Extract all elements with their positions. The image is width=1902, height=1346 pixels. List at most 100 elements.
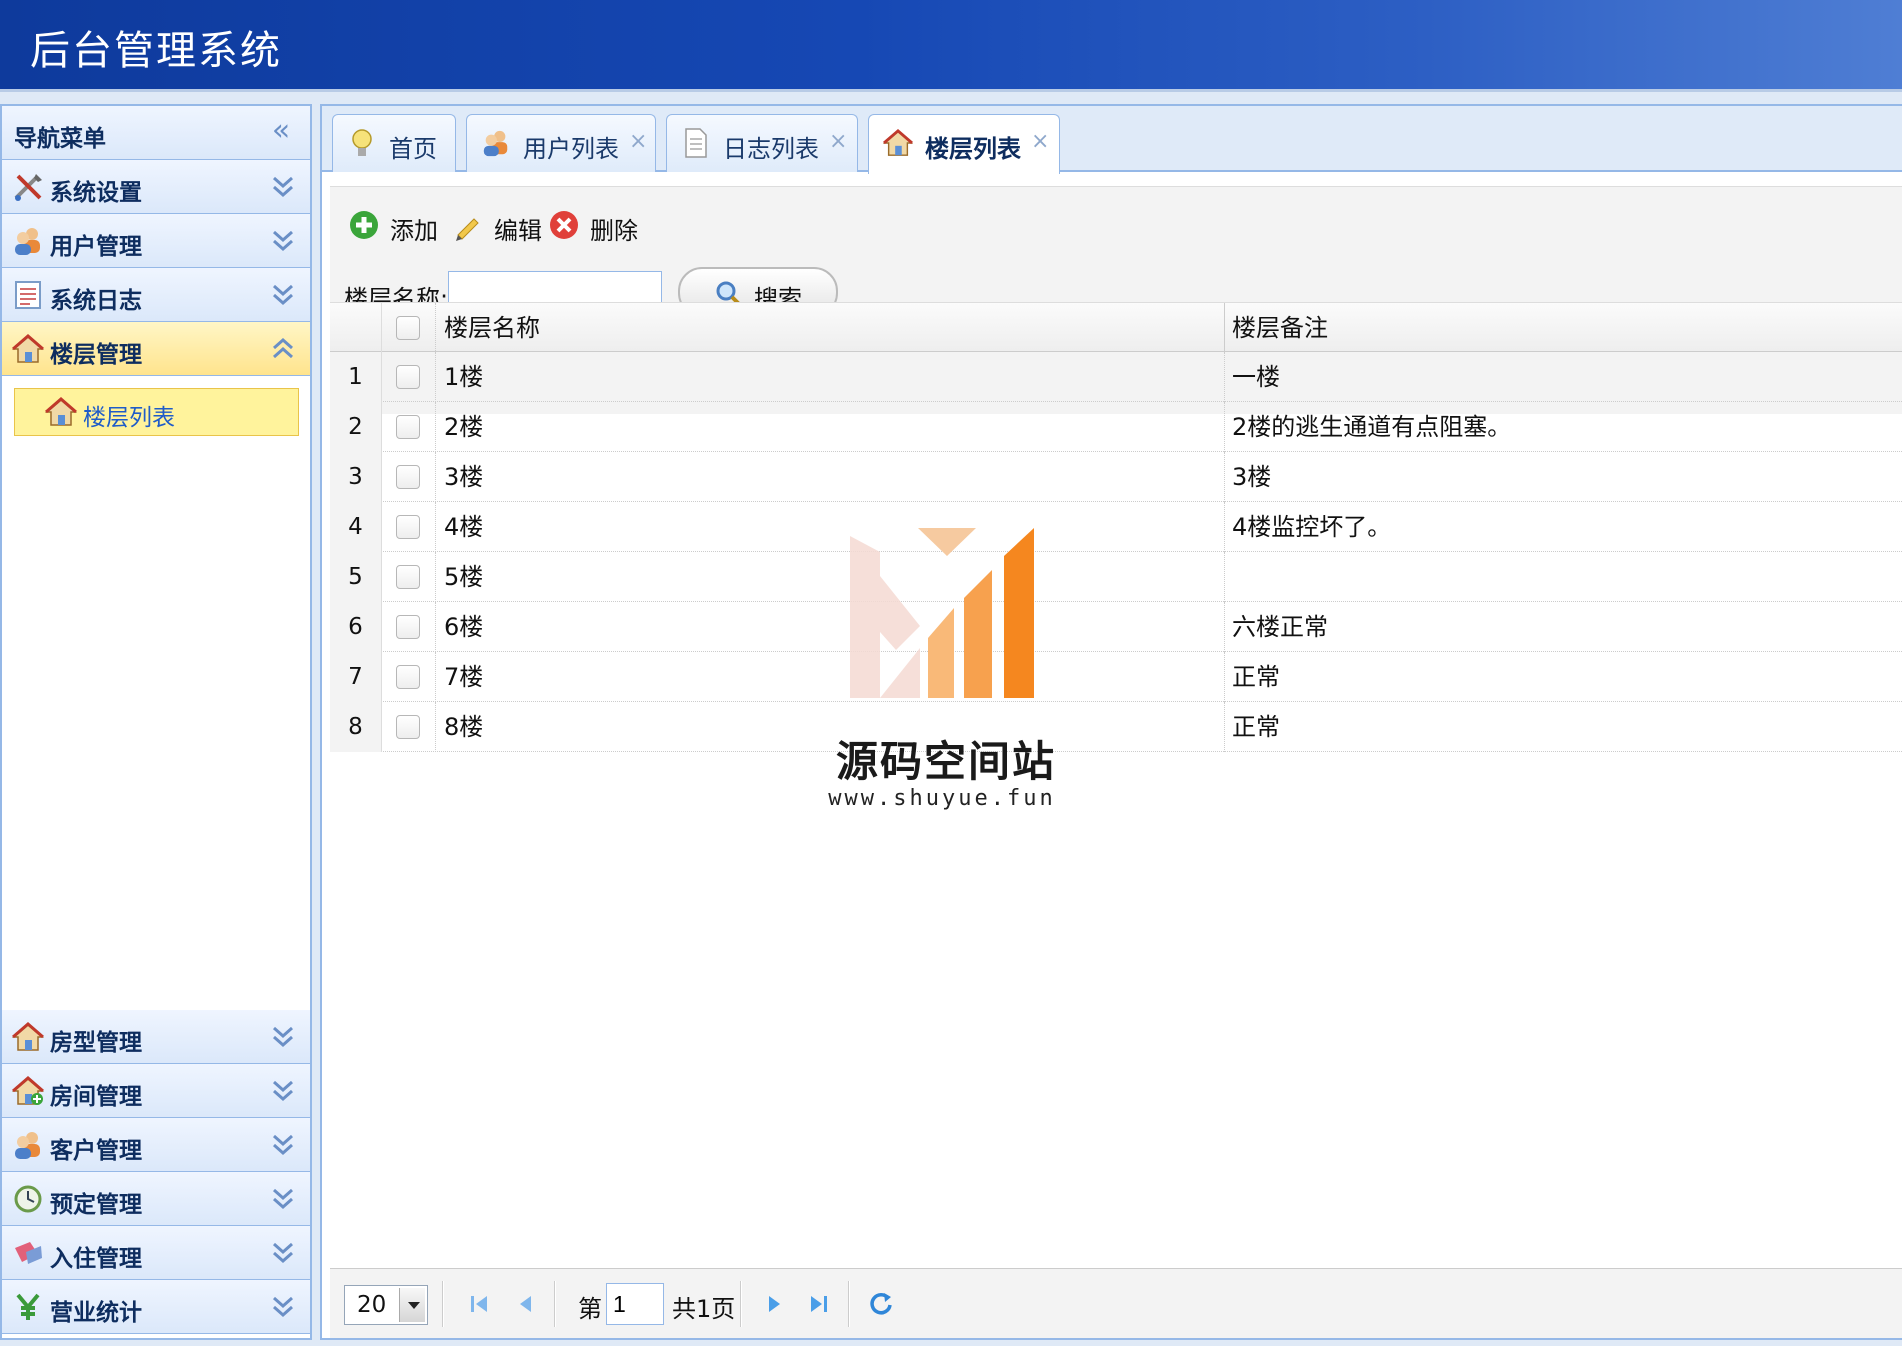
column-divider xyxy=(1224,303,1225,353)
nav-group-revenue-stats[interactable]: 营业统计 xyxy=(2,1280,310,1334)
chevron-down-icon[interactable] xyxy=(270,1238,296,1268)
tab-label: 楼层列表 xyxy=(925,135,1021,163)
nav-menu-title: 导航菜单 xyxy=(14,126,106,152)
column-header-floor-note[interactable]: 楼层备注 xyxy=(1232,303,1328,353)
column-header-floor-name[interactable]: 楼层名称 xyxy=(444,303,540,353)
table-row[interactable]: 4 4楼 4楼监控坏了。 xyxy=(330,502,1902,552)
tab-user-list[interactable]: 用户列表 × xyxy=(466,114,656,172)
previous-page-icon[interactable] xyxy=(510,1289,540,1319)
edit-label: 编辑 xyxy=(494,217,542,245)
cell-floor-note: 正常 xyxy=(1232,713,1280,741)
row-checkbox[interactable] xyxy=(396,715,420,739)
cell-floor-note: 2楼的逃生通道有点阻塞。 xyxy=(1232,413,1512,441)
house-icon xyxy=(883,127,913,159)
chevron-up-icon[interactable] xyxy=(270,334,296,364)
cell-floor-note: 六楼正常 xyxy=(1232,613,1328,641)
table-row[interactable]: 1 1楼 一楼 xyxy=(330,352,1902,402)
house-icon xyxy=(12,1022,44,1052)
nav-group-user-management[interactable]: 用户管理 xyxy=(2,214,310,268)
chevron-down-icon[interactable] xyxy=(270,226,296,256)
dropdown-arrow-icon[interactable] xyxy=(399,1288,425,1322)
tab-floor-list[interactable]: 楼层列表 × xyxy=(868,114,1060,174)
cell-floor-name: 5楼 xyxy=(444,563,484,591)
collapse-sidebar-icon[interactable]: « xyxy=(266,114,296,148)
yen-icon xyxy=(16,1293,40,1320)
house-icon xyxy=(12,334,44,364)
delete-icon xyxy=(550,211,578,239)
cell-floor-name: 7楼 xyxy=(444,663,484,691)
close-icon[interactable]: × xyxy=(1031,129,1049,154)
row-checkbox[interactable] xyxy=(396,515,420,539)
row-checkbox[interactable] xyxy=(396,665,420,689)
tools-icon xyxy=(14,174,42,201)
users-icon xyxy=(481,127,511,159)
cell-floor-name: 3楼 xyxy=(444,463,484,491)
tab-log-list[interactable]: 日志列表 × xyxy=(666,114,858,172)
chevron-down-icon[interactable] xyxy=(270,1184,296,1214)
column-divider xyxy=(1224,452,1225,502)
row-checkbox[interactable] xyxy=(396,565,420,589)
nav-group-floor-management[interactable]: 楼层管理 xyxy=(2,322,310,376)
select-all-checkbox[interactable] xyxy=(396,316,420,340)
users-icon xyxy=(12,226,44,256)
nav-group-reservation[interactable]: 预定管理 xyxy=(2,1172,310,1226)
page-total-label: 共1页 xyxy=(672,1295,736,1323)
close-icon[interactable]: × xyxy=(829,129,847,154)
column-divider xyxy=(1224,702,1225,752)
edit-button[interactable]: 编辑 xyxy=(452,203,542,247)
document-icon xyxy=(685,128,707,158)
nav-group-checkin[interactable]: 入住管理 xyxy=(2,1226,310,1280)
nav-group-label: 房型管理 xyxy=(50,1030,142,1056)
main-panel: 首页 用户列表 × 日志列表 × 楼层列表 × 添加 编辑 删除 楼层名称: 搜… xyxy=(320,104,1902,1340)
row-checkbox[interactable] xyxy=(396,465,420,489)
next-page-icon[interactable] xyxy=(760,1289,790,1319)
table-row[interactable]: 3 3楼 3楼 xyxy=(330,452,1902,502)
tab-bar: 首页 用户列表 × 日志列表 × 楼层列表 × xyxy=(322,106,1902,174)
table-row[interactable]: 8 8楼 正常 xyxy=(330,702,1902,752)
house-add-icon xyxy=(12,1076,44,1106)
cell-floor-name: 6楼 xyxy=(444,613,484,641)
column-divider xyxy=(1224,552,1225,602)
chevron-down-icon[interactable] xyxy=(270,280,296,310)
current-page-input[interactable] xyxy=(606,1283,664,1325)
select-all-cell xyxy=(382,303,436,353)
nav-group-room[interactable]: 房间管理 xyxy=(2,1064,310,1118)
first-page-icon[interactable] xyxy=(464,1289,494,1319)
add-button[interactable]: 添加 xyxy=(348,203,448,247)
table-row[interactable]: 5 5楼 xyxy=(330,552,1902,602)
add-label: 添加 xyxy=(390,217,438,245)
chevron-down-icon[interactable] xyxy=(270,1022,296,1052)
nav-item-label: 楼层列表 xyxy=(83,405,175,431)
row-number: 7 xyxy=(330,652,382,702)
chevron-down-icon[interactable] xyxy=(270,1292,296,1322)
column-divider xyxy=(1224,602,1225,652)
nav-group-customer[interactable]: 客户管理 xyxy=(2,1118,310,1172)
delete-button[interactable]: 删除 xyxy=(548,203,638,247)
close-icon[interactable]: × xyxy=(629,129,647,154)
nav-group-label: 楼层管理 xyxy=(50,342,142,368)
refresh-icon[interactable] xyxy=(866,1289,896,1319)
nav-group-system-log[interactable]: 系统日志 xyxy=(2,268,310,322)
nav-group-label: 系统日志 xyxy=(50,288,142,314)
chevron-down-icon[interactable] xyxy=(270,172,296,202)
row-select-cell xyxy=(382,552,436,602)
watermark-logo xyxy=(850,528,1034,698)
nav-group-label: 用户管理 xyxy=(50,234,142,260)
table-row[interactable]: 2 2楼 2楼的逃生通道有点阻塞。 xyxy=(330,402,1902,452)
chevron-down-icon[interactable] xyxy=(270,1130,296,1160)
nav-group-room-type[interactable]: 房型管理 xyxy=(2,1010,310,1064)
table-row[interactable]: 7 7楼 正常 xyxy=(330,652,1902,702)
row-checkbox[interactable] xyxy=(396,365,420,389)
nav-item-floor-list[interactable]: 楼层列表 xyxy=(14,388,299,436)
row-checkbox[interactable] xyxy=(396,615,420,639)
add-icon xyxy=(350,211,378,239)
tab-home[interactable]: 首页 xyxy=(332,114,456,172)
page-size-select[interactable]: 20 xyxy=(344,1285,428,1325)
last-page-icon[interactable] xyxy=(804,1289,834,1319)
row-checkbox[interactable] xyxy=(396,415,420,439)
cell-floor-note: 3楼 xyxy=(1232,463,1272,491)
log-icon xyxy=(15,281,41,309)
chevron-down-icon[interactable] xyxy=(270,1076,296,1106)
table-row[interactable]: 6 6楼 六楼正常 xyxy=(330,602,1902,652)
nav-group-system-settings[interactable]: 系统设置 xyxy=(2,160,310,214)
